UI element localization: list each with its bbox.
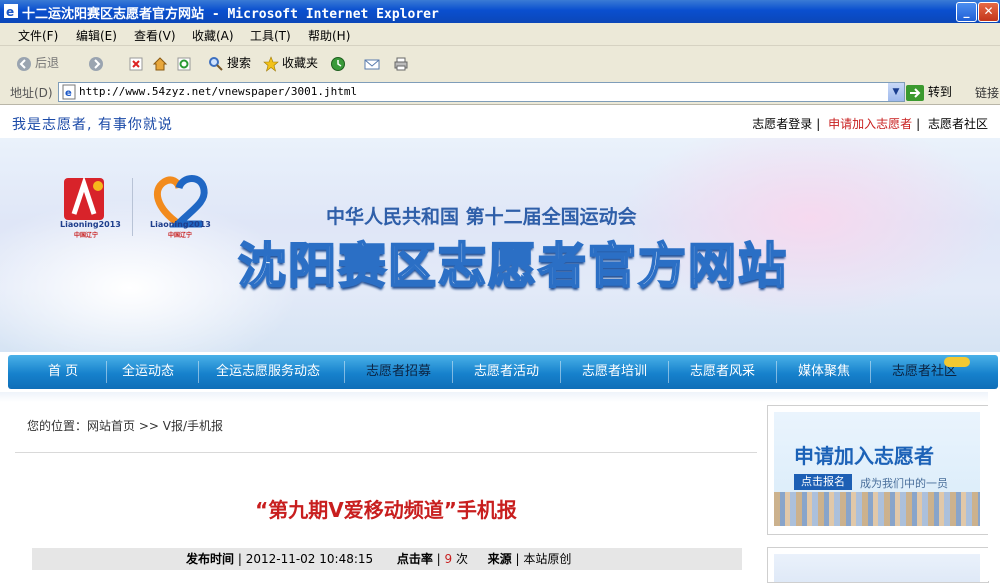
svg-text:e: e bbox=[65, 88, 72, 99]
favorites-button[interactable]: 收藏夹 bbox=[263, 54, 318, 72]
breadcrumb[interactable]: 您的位置：网站首页 >> V报/手机报 bbox=[27, 417, 223, 434]
search-label: 搜索 bbox=[227, 56, 252, 70]
page-icon: e bbox=[62, 84, 76, 100]
menu-tools[interactable]: 工具(T) bbox=[250, 27, 291, 44]
toolbar: 后退 搜索 收藏夹 bbox=[0, 46, 1000, 81]
nav-volunteer-service-news[interactable]: 全运志愿服务动态 bbox=[216, 355, 320, 389]
svg-text:e: e bbox=[6, 5, 14, 19]
main-nav: 首 页 全运动态 全运志愿服务动态 志愿者招募 志愿者活动 志愿者培训 志愿者风… bbox=[8, 355, 998, 389]
volunteer-login-link[interactable]: 志愿者登录 bbox=[752, 117, 812, 131]
favorites-label: 收藏夹 bbox=[282, 56, 319, 70]
back-arrow-icon bbox=[17, 56, 31, 71]
banner-title: 沈阳赛区志愿者官方网站 bbox=[237, 237, 789, 295]
address-label: 地址(D) bbox=[10, 86, 53, 100]
article-source: 本站原创 bbox=[523, 552, 572, 566]
join-volunteer-banner[interactable]: 申请加入志愿者 点击报名 成为我们中的一员 bbox=[767, 405, 989, 535]
menu-edit[interactable]: 编辑(E) bbox=[76, 27, 117, 44]
window-titlebar: e 十二运沈阳赛区志愿者官方网站 - Microsoft Internet Ex… bbox=[0, 0, 1000, 23]
sidebar-banner-2[interactable] bbox=[767, 547, 989, 583]
search-button[interactable]: 搜索 bbox=[208, 54, 251, 72]
nav-training[interactable]: 志愿者培训 bbox=[582, 355, 647, 389]
home-icon bbox=[152, 56, 168, 70]
links-toolbar[interactable]: 链接 bbox=[975, 84, 999, 101]
go-label: 转到 bbox=[927, 85, 952, 99]
join-title: 申请加入志愿者 bbox=[794, 444, 934, 468]
site-top-strip: 我是志愿者, 有事你就说 志愿者登录 | 申请加入志愿者 | 志愿者社区 bbox=[0, 105, 1000, 139]
stop-icon bbox=[129, 57, 143, 70]
apply-volunteer-link[interactable]: 申请加入志愿者 bbox=[828, 117, 912, 131]
nav-volunteer-showcase[interactable]: 志愿者风采 bbox=[690, 355, 755, 389]
nav-games-news[interactable]: 全运动态 bbox=[122, 355, 174, 389]
click-unit: 次 bbox=[455, 552, 468, 566]
clicks-label: 点击率 bbox=[396, 552, 433, 566]
article-title: “第九期V爱移动频道”手机报 bbox=[255, 498, 517, 522]
volunteer-logo-caption: Liaoning2013 bbox=[150, 220, 211, 229]
article-meta: 发布时间 | 2012-11-02 10:48:15 点击率 | 9 次 来源 … bbox=[32, 548, 742, 570]
volunteer-community-link[interactable]: 志愿者社区 bbox=[928, 117, 988, 131]
nav-home[interactable]: 首 页 bbox=[48, 355, 78, 389]
menu-help[interactable]: 帮助(H) bbox=[308, 27, 350, 44]
crowd-image bbox=[774, 492, 980, 526]
address-input[interactable]: e http://www.54zyz.net/vnewspaper/3001.j… bbox=[58, 82, 905, 102]
history-icon bbox=[331, 56, 345, 71]
site-slogan: 我是志愿者, 有事你就说 bbox=[12, 117, 173, 133]
forward-button[interactable] bbox=[88, 54, 107, 72]
click-count: 9 bbox=[444, 552, 453, 566]
source-label: 来源 bbox=[487, 552, 512, 566]
address-bar: 地址(D) e http://www.54zyz.net/vnewspaper/… bbox=[0, 80, 1000, 105]
back-label: 后退 bbox=[35, 56, 60, 70]
volunteer-logo-sub-caption: 中国辽宁 bbox=[168, 232, 193, 239]
menu-file[interactable]: 文件(F) bbox=[18, 27, 58, 44]
menu-view[interactable]: 查看(V) bbox=[134, 27, 176, 44]
stop-button[interactable] bbox=[128, 54, 147, 72]
publish-time: 2012-11-02 10:48:15 bbox=[245, 552, 374, 566]
ie-icon: e bbox=[4, 4, 18, 19]
register-button[interactable]: 点击报名 bbox=[794, 474, 852, 490]
emblem-caption: Liaoning2013 bbox=[60, 220, 121, 229]
refresh-button[interactable] bbox=[176, 54, 195, 72]
mail-icon bbox=[364, 59, 380, 69]
address-dropdown-button[interactable]: ▼ bbox=[888, 83, 904, 101]
refresh-icon bbox=[177, 57, 191, 70]
printer-icon bbox=[394, 57, 408, 70]
back-button[interactable]: 后退 bbox=[16, 54, 59, 72]
banner-subtitle: 中华人民共和国 第十二届全国运动会 bbox=[326, 206, 637, 228]
emblem-sub-caption: 中国辽宁 bbox=[74, 232, 99, 239]
join-subtitle: 成为我们中的一员 bbox=[860, 477, 948, 490]
menu-bar: 文件(F) 编辑(E) 查看(V) 收藏(A) 工具(T) 帮助(H) bbox=[0, 23, 1000, 46]
nav-activities[interactable]: 志愿者活动 bbox=[474, 355, 539, 389]
go-button[interactable]: 转到 bbox=[906, 83, 952, 101]
forward-arrow-icon bbox=[89, 56, 103, 71]
publish-label: 发布时间 bbox=[186, 552, 235, 566]
nav-recruitment[interactable]: 志愿者招募 bbox=[366, 355, 431, 389]
print-button[interactable] bbox=[393, 54, 412, 72]
new-badge bbox=[944, 357, 970, 367]
star-icon bbox=[263, 55, 279, 72]
close-button[interactable]: ✕ bbox=[978, 2, 999, 22]
address-url: http://www.54zyz.net/vnewspaper/3001.jht… bbox=[79, 85, 358, 98]
history-button[interactable] bbox=[330, 54, 349, 72]
site-banner: Liaoning2013 中国辽宁 Liaoning2013 中国辽宁 中华人民… bbox=[0, 138, 1000, 352]
search-icon bbox=[209, 56, 223, 71]
menu-favorites[interactable]: 收藏(A) bbox=[192, 27, 234, 44]
minimize-button[interactable]: _ bbox=[956, 2, 977, 22]
go-arrow-icon bbox=[906, 84, 924, 101]
home-button[interactable] bbox=[152, 54, 171, 72]
top-links: 志愿者登录 | 申请加入志愿者 | 志愿者社区 bbox=[752, 117, 988, 131]
window-title: 十二运沈阳赛区志愿者官方网站 - Microsoft Internet Expl… bbox=[22, 7, 439, 22]
nav-media[interactable]: 媒体聚焦 bbox=[798, 355, 850, 389]
mail-button[interactable] bbox=[364, 54, 383, 72]
